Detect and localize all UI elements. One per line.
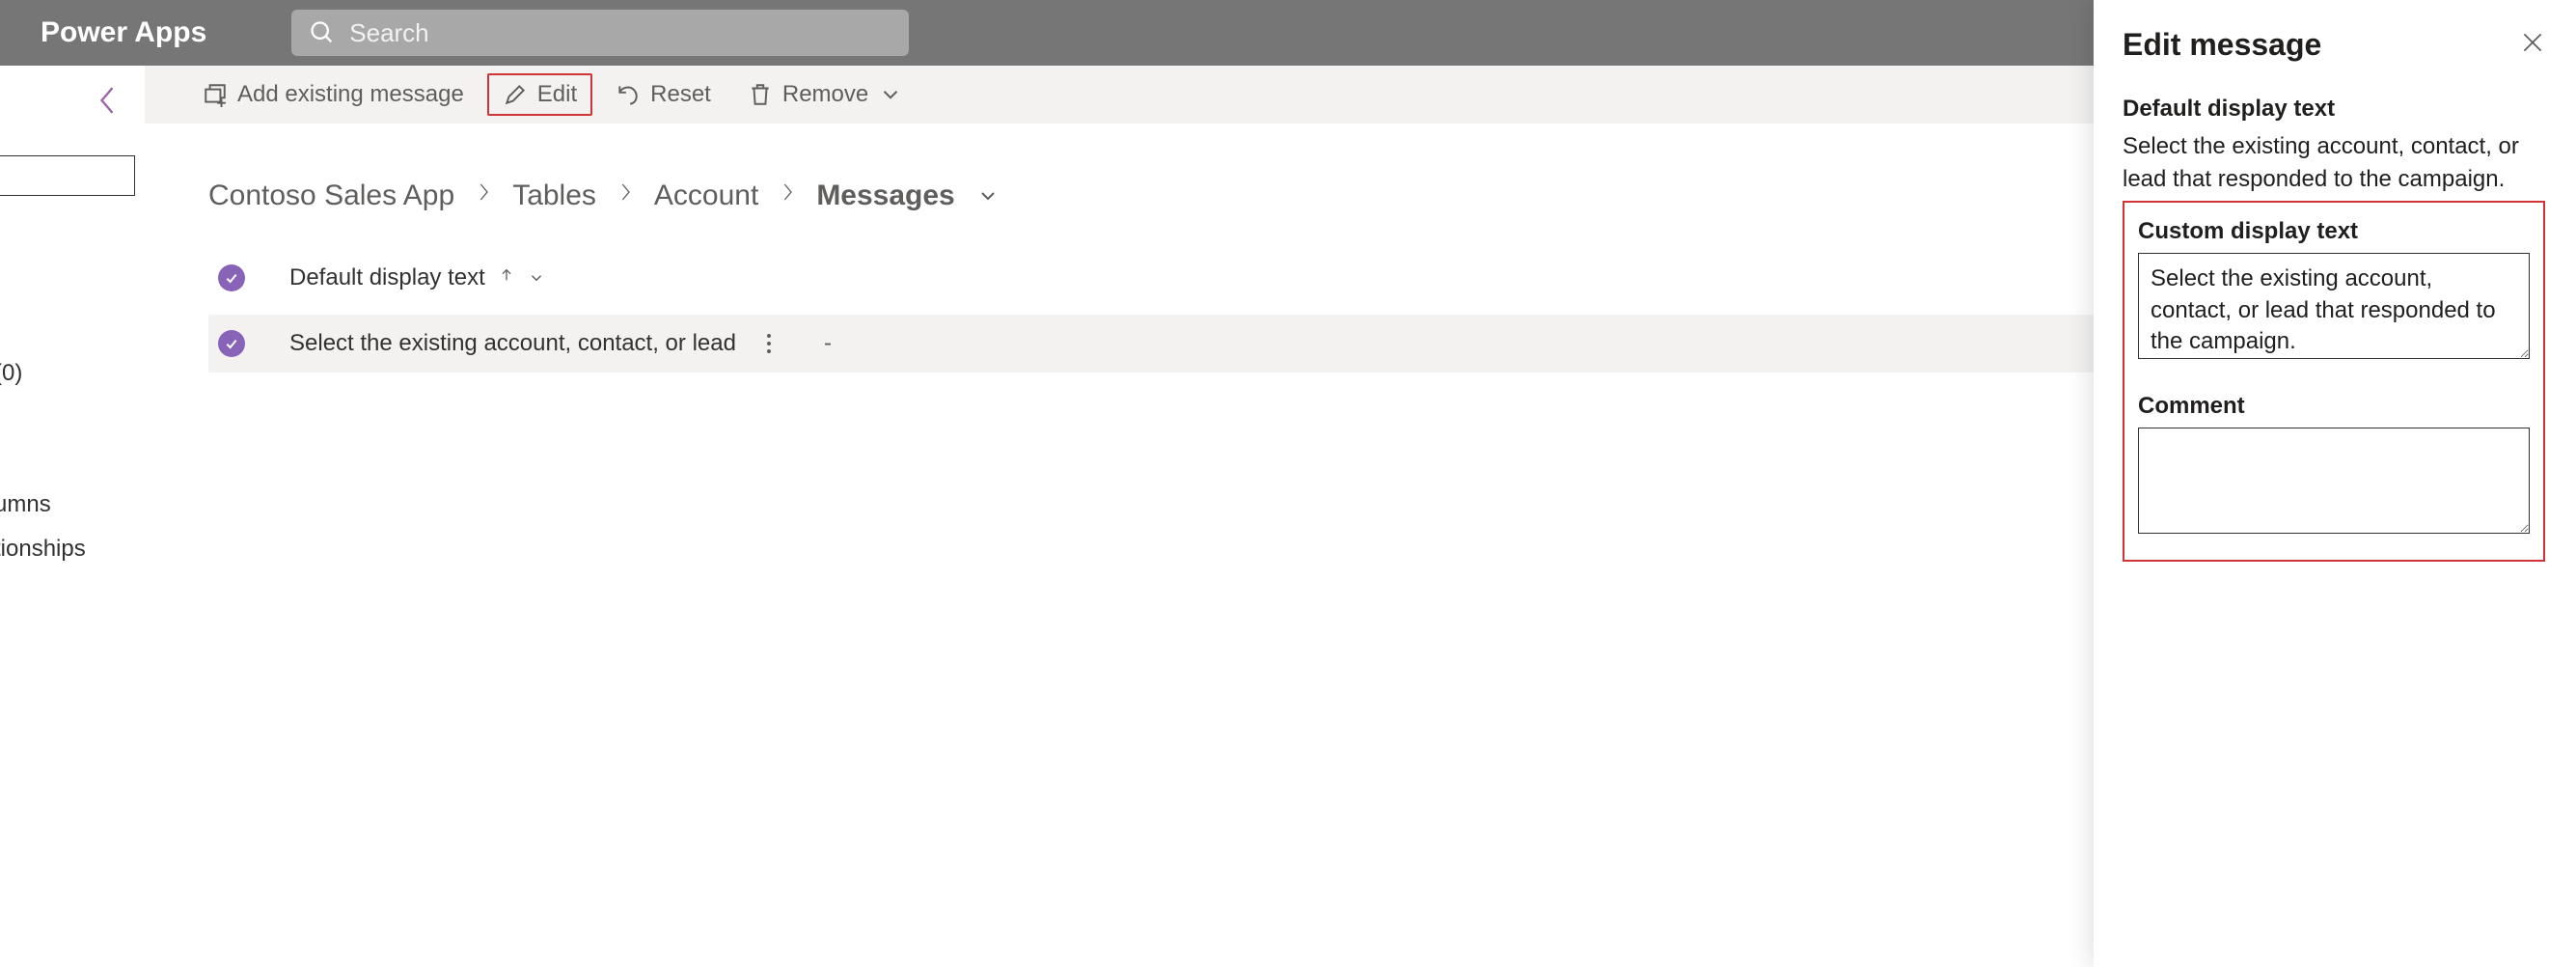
default-display-text-group: Default display text Select the existing…	[2123, 96, 2545, 195]
panel-title: Edit message	[2123, 27, 2321, 63]
check-icon	[224, 270, 239, 286]
edit-button[interactable]: Edit	[487, 73, 592, 116]
brand-label: Power Apps	[41, 16, 206, 49]
breadcrumb-messages[interactable]: Messages	[816, 180, 954, 212]
reset-label: Reset	[650, 81, 711, 108]
search-icon	[309, 19, 336, 46]
close-icon	[2520, 30, 2545, 55]
custom-display-text-label: Custom display text	[2138, 218, 2530, 245]
remove-label: Remove	[782, 81, 868, 108]
sort-ascending-icon	[499, 264, 514, 291]
row-default-text: Select the existing account, contact, or…	[289, 330, 743, 357]
search-box[interactable]	[291, 10, 909, 56]
trash-icon	[748, 82, 773, 107]
breadcrumb-tables[interactable]: Tables	[512, 180, 596, 212]
row-checkbox[interactable]	[218, 330, 245, 357]
left-nav: (0) umns tionships	[0, 66, 145, 967]
column-default-label: Default display text	[289, 264, 485, 291]
editable-fields-highlight: Custom display text Comment	[2123, 201, 2545, 562]
nav-item-columns[interactable]: umns	[0, 491, 145, 518]
row-select[interactable]	[218, 330, 289, 357]
breadcrumb-account[interactable]: Account	[654, 180, 758, 212]
edit-label: Edit	[537, 81, 577, 108]
breadcrumb-app[interactable]: Contoso Sales App	[208, 180, 454, 212]
undo-icon	[616, 82, 641, 107]
comment-input[interactable]	[2138, 428, 2530, 534]
chevron-right-icon	[617, 180, 633, 212]
search-input[interactable]	[336, 18, 891, 48]
edit-message-panel: Edit message Default display text Select…	[2094, 0, 2576, 967]
chevron-down-icon[interactable]	[976, 184, 1000, 207]
remove-button[interactable]: Remove	[734, 75, 917, 114]
chevron-right-icon	[476, 180, 491, 212]
row-custom-text: -	[824, 330, 832, 357]
select-all-checkbox[interactable]	[218, 264, 245, 291]
chevron-left-icon	[96, 83, 118, 118]
column-default-display-text[interactable]: Default display text	[289, 264, 830, 291]
more-vertical-icon	[766, 332, 772, 355]
nav-search-field[interactable]	[0, 155, 135, 196]
default-display-text-value: Select the existing account, contact, or…	[2123, 130, 2545, 195]
custom-display-text-input[interactable]	[2138, 253, 2530, 359]
check-icon	[224, 336, 239, 351]
add-existing-label: Add existing message	[237, 81, 464, 108]
nav-item-relationships[interactable]: tionships	[0, 536, 145, 563]
chevron-down-icon	[528, 269, 545, 287]
reset-button[interactable]: Reset	[602, 75, 725, 114]
back-button[interactable]	[0, 83, 145, 123]
select-all-column[interactable]	[218, 264, 289, 291]
pencil-icon	[503, 82, 528, 107]
chevron-down-icon	[878, 82, 903, 107]
row-more-actions[interactable]	[760, 328, 778, 359]
panel-header: Edit message	[2123, 27, 2545, 63]
close-button[interactable]	[2520, 30, 2545, 60]
add-existing-icon	[203, 82, 228, 107]
default-display-text-label: Default display text	[2123, 96, 2545, 123]
nav-count: (0)	[0, 360, 145, 387]
comment-label: Comment	[2138, 393, 2530, 420]
chevron-right-icon	[780, 180, 795, 212]
add-existing-message-button[interactable]: Add existing message	[189, 75, 478, 114]
